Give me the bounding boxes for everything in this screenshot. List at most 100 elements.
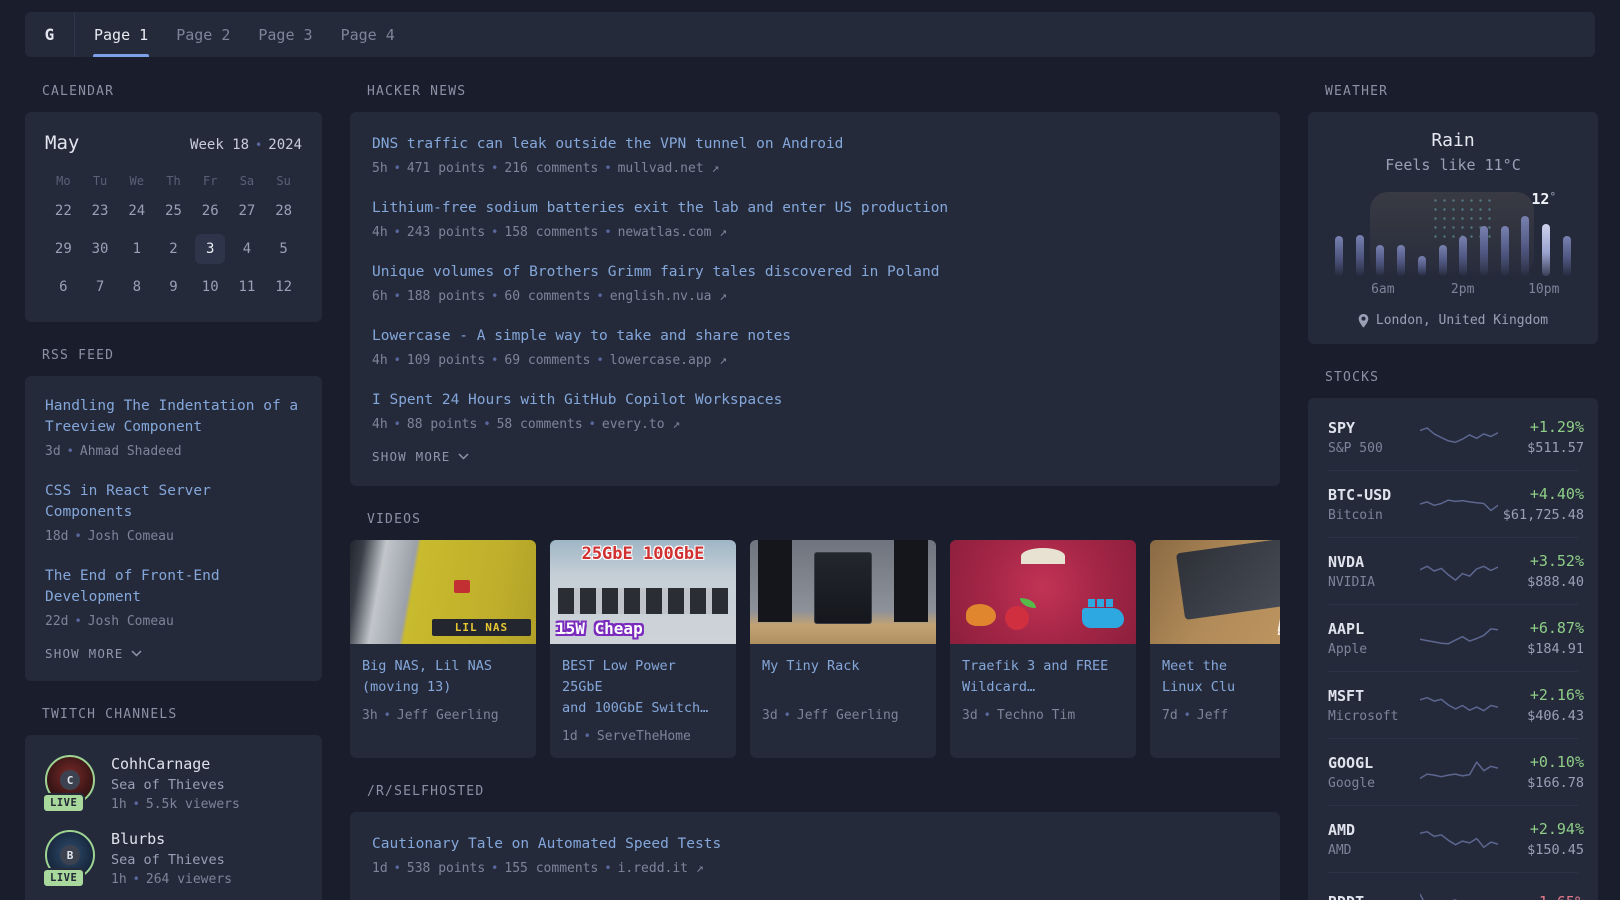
video-title[interactable]: My Tiny Rack [762,656,924,698]
stock-name: Microsoft [1328,709,1420,724]
video-thumbnail[interactable]: LIL NAS [350,540,536,644]
hackernews-title[interactable]: Unique volumes of Brothers Grimm fairy t… [372,262,1258,283]
show-more-label: SHOW MORE [45,646,124,661]
meta-part: 60 comments [504,289,590,304]
stock-row[interactable]: AMDAMD+2.94%$150.45 [1328,806,1578,873]
hackernews-meta: 5h•471 points•216 comments•mullvad.net ↗ [372,158,1258,179]
dot-separator: • [491,289,498,303]
video-title[interactable]: Big NAS, Lil NAS (moving 13) [362,656,524,698]
tab-page-4[interactable]: Page 4 [340,12,396,57]
tab-page-3[interactable]: Page 3 [257,12,313,57]
hackernews-meta: 4h•109 points•69 comments•lowercase.app … [372,350,1258,371]
weather-location: London, United Kingdom [1376,313,1548,328]
rss-show-more-button[interactable]: SHOW MORE [45,646,142,661]
stock-price: $150.45 [1498,842,1584,858]
rss-title[interactable]: The End of Front-End Development [45,566,302,608]
stock-price: $166.78 [1498,775,1584,791]
twitch-channel[interactable]: BLIVEBlurbsSea of Thieves1h•264 viewers [45,830,302,887]
source-link[interactable]: i.redd.it ↗ [618,861,704,876]
source-link[interactable]: english.nv.ua ↗ [610,289,727,304]
rss-item: The End of Front-End Development22d•Josh… [45,566,302,632]
hackernews-title[interactable]: Lowercase - A simple way to take and sha… [372,326,1258,347]
dot-separator: • [604,161,611,175]
channel-name[interactable]: CohhCarnage [111,755,240,773]
video-card[interactable]: LIL NASBig NAS, Lil NAS (moving 13)3h•Je… [350,540,536,758]
stock-id: NVDANVIDIA [1328,553,1420,590]
calendar-day-grid: 222324252627282930123456789101112 [45,188,302,302]
app-logo[interactable]: G [25,12,75,57]
video-thumbnail[interactable]: FAS [1150,540,1280,644]
hackernews-meta: 6h•188 points•60 comments•english.nv.ua … [372,286,1258,307]
weather-bar [1418,256,1426,276]
hackernews-title[interactable]: Lithium-free sodium batteries exit the l… [372,198,1258,219]
video-title[interactable]: Traefik 3 and FREE Wildcard… [962,656,1124,698]
hackernews-title[interactable]: DNS traffic can leak outside the VPN tun… [372,134,1258,155]
weekday-label: Mo [56,174,70,188]
icon-shape [966,604,996,626]
twitch-section: TWITCH CHANNELS CLIVECohhCarnageSea of T… [25,707,322,900]
dot-separator: • [483,417,490,431]
meta-part: ServeTheHome [597,729,691,744]
circuit-board-shape [1176,540,1280,620]
video-card[interactable]: My Tiny Rack3d•Jeff Geerling [750,540,936,758]
meta-part: Jeff [1197,708,1228,723]
channel-name[interactable]: Blurbs [111,830,232,848]
calendar-day: 24 [122,196,152,226]
stock-row[interactable]: BTC-USDBitcoin+4.40%$61,725.48 [1328,471,1578,538]
dot-separator: • [491,225,498,239]
calendar-day: 23 [85,196,115,226]
weather-bar [1397,245,1405,276]
twitch-widget: CLIVECohhCarnageSea of Thieves1h•5.5k vi… [25,735,322,900]
video-title[interactable]: Meet the Linux Clu [1162,656,1280,698]
stock-values: -1.65% [1498,893,1584,900]
dot-separator: • [255,138,262,152]
twitch-channel[interactable]: CLIVECohhCarnageSea of Thieves1h•5.5k vi… [45,755,302,812]
stock-symbol: SPY [1328,419,1420,437]
video-card[interactable]: 25GbE 100GbE15W Cheap BEST Low Power 25Gb… [550,540,736,758]
video-card[interactable]: Traefik 3 and FREE Wildcard…3d•Techno Ti… [950,540,1136,758]
rss-title[interactable]: CSS in React Server Components [45,481,302,523]
weekday-label: Su [276,174,290,188]
video-thumbnail[interactable]: 25GbE 100GbE15W Cheap [550,540,736,644]
video-thumbnail[interactable] [750,540,936,644]
video-title[interactable]: BEST Low Power 25GbE and 100GbE Switch… [562,656,724,719]
calendar-day: 2 [158,234,188,264]
rack-shape [814,552,872,624]
calendar-day: 7 [85,272,115,302]
source-link[interactable]: mullvad.net ↗ [618,161,720,176]
meta-part: Jeff Geerling [797,708,899,723]
reddit-title[interactable]: Cautionary Tale on Automated Speed Tests [372,834,1258,855]
meta-part: Josh Comeau [88,529,174,544]
dot-separator: • [597,289,604,303]
source-link[interactable]: lowercase.app ↗ [610,353,727,368]
video-thumbnail[interactable] [950,540,1136,644]
stock-row[interactable]: MSFTMicrosoft+2.16%$406.43 [1328,672,1578,739]
stock-row[interactable]: AAPLApple+6.87%$184.91 [1328,605,1578,672]
avatar-letter: C [60,770,80,790]
calendar-day: 4 [232,234,262,264]
tab-page-1[interactable]: Page 1 [93,12,149,57]
rss-section: RSS FEED Handling The Indentation of a T… [25,348,322,681]
rss-title[interactable]: Handling The Indentation of a Treeview C… [45,396,302,438]
stock-symbol: AAPL [1328,620,1420,638]
video-card[interactable]: FASMeet the Linux Clu7d•Jeff [1150,540,1280,758]
stock-row[interactable]: RDDT-1.65% [1328,873,1578,900]
stock-id: AAPLApple [1328,620,1420,657]
weekday-label: Tu [93,174,107,188]
time-axis-label: 6am [1371,282,1394,297]
stock-row[interactable]: SPYS&P 500+1.29%$511.57 [1328,404,1578,471]
meta-part: Jeff Geerling [397,708,499,723]
thumbnail-text: 15W Cheap [556,619,643,638]
stock-row[interactable]: GOOGLGoogle+0.10%$166.78 [1328,739,1578,806]
meta-part: 5.5k viewers [146,797,240,812]
live-badge: LIVE [42,793,85,813]
time-axis-label: 2pm [1451,282,1474,297]
source-link[interactable]: newatlas.com ↗ [618,225,728,240]
stock-row[interactable]: NVDANVIDIA+3.52%$888.40 [1328,538,1578,605]
weather-hourly-chart: 12° [1332,188,1574,276]
hackernews-show-more-button[interactable]: SHOW MORE [372,449,469,464]
source-link[interactable]: every.to ↗ [602,417,680,432]
cap-shape [1021,548,1065,564]
tab-page-2[interactable]: Page 2 [175,12,231,57]
hackernews-title[interactable]: I Spent 24 Hours with GitHub Copilot Wor… [372,390,1258,411]
